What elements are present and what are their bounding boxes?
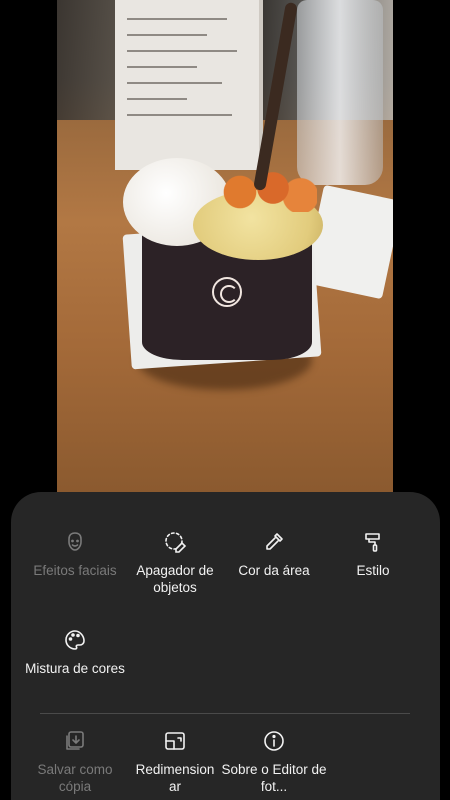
menu-item-cor-da-area[interactable]: Cor da área [221,530,327,579]
photo-preview [57,0,393,492]
cup-logo [212,277,242,307]
menu-item-salvar-como-copia[interactable]: Salvar como cópia [22,729,128,795]
object-eraser-icon [163,530,187,554]
menu-divider [40,713,410,714]
save-copy-icon [63,729,87,753]
menu-item-label: Estilo [356,563,390,578]
menu-item-redimensionar[interactable]: Redimension ar [122,729,228,795]
menu-item-estilo[interactable]: Estilo [320,530,426,579]
menu-item-mistura-de-cores[interactable]: Mistura de cores [22,628,128,677]
resize-icon [163,729,187,753]
menu-item-label: Salvar como cópia [37,762,113,794]
info-icon [262,729,286,753]
photo-bottle [297,0,383,185]
menu-item-label: Efeitos faciais [33,563,117,578]
palette-icon [63,628,87,652]
menu-item-label: Apagador de objetos [136,563,214,595]
menu-item-label: Cor da área [238,563,310,578]
paint-brush-icon [361,530,385,554]
menu-item-label: Redimension ar [135,762,215,794]
photo-menu-card [115,0,263,170]
menu-item-sobre-o-editor[interactable]: Sobre o Editor de fot... [221,729,327,795]
eyedropper-icon [262,530,286,554]
menu-item-apagador-de-objetos[interactable]: Apagador de objetos [122,530,228,596]
face-icon [63,530,87,554]
menu-item-efeitos-faciais[interactable]: Efeitos faciais [22,530,128,579]
menu-item-label: Mistura de cores [25,661,125,676]
menu-item-label: Sobre o Editor de fot... [221,762,327,794]
